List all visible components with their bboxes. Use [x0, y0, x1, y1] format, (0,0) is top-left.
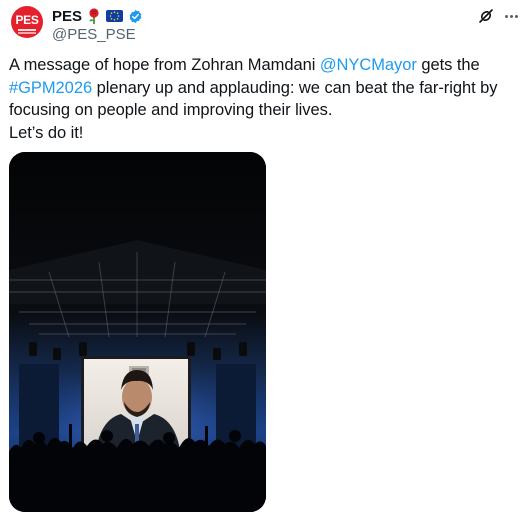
tweet-media-photo[interactable]	[9, 152, 266, 512]
tweet-text-part2: gets the	[416, 56, 480, 74]
tweet-text: A message of hope from Zohran Mamdani @N…	[9, 54, 519, 144]
grok-icon[interactable]	[477, 7, 495, 25]
author-handle[interactable]: @PES_PSE	[52, 26, 136, 43]
tweet-text-part4: Let’s do it!	[9, 123, 84, 142]
display-name[interactable]: PES	[52, 8, 82, 25]
tweet-text-part1: A message of hope from Zohran Mamdani	[9, 56, 320, 74]
rose-emoji-icon	[89, 8, 99, 24]
verified-badge-icon	[129, 9, 142, 23]
author-name-row: PES	[52, 6, 143, 26]
more-options-icon[interactable]	[500, 8, 522, 24]
hashtag-link[interactable]: #GPM2026	[9, 79, 92, 97]
eu-flag-icon	[106, 10, 124, 22]
concert-stage-photo	[9, 152, 266, 512]
mention-link[interactable]: @NYCMayor	[320, 56, 417, 74]
avatar[interactable]: PES	[11, 6, 43, 38]
avatar-logo-text: PES	[15, 12, 39, 27]
avatar-logo-lines	[18, 28, 36, 31]
